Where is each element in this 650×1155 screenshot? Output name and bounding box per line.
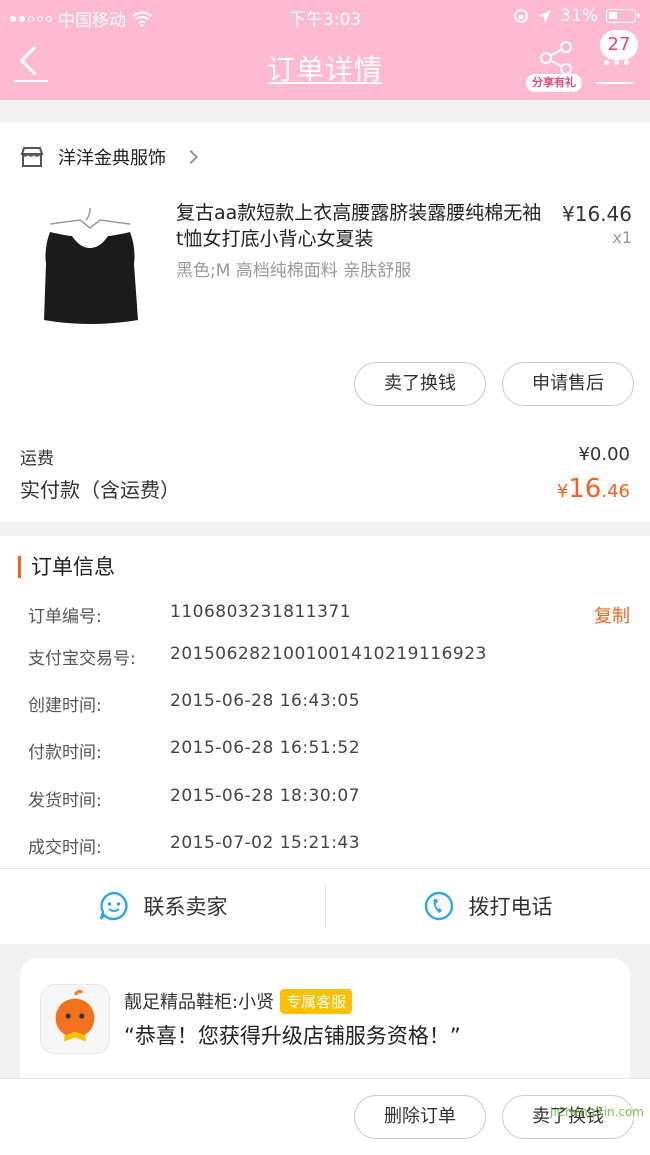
info-row-order-number: 订单编号: 1106803231811371 [28,602,352,627]
share-button[interactable]: 分享有礼 [526,40,584,94]
order-info-card: 订单信息 复制 订单编号: 1106803231811371 支付宝交易号: 201… [0,536,650,944]
service-message: “恭喜！您获得升级店铺服务资格！” [124,1024,461,1048]
contact-seller-button[interactable]: 联系卖家 [0,868,325,944]
phone-icon [424,891,453,921]
message-count-badge: 27 [600,30,638,60]
order-item-card: 洋洋金典服饰 复古aa款短款上衣高腰露脐装露腰纯棉无袖t恤女打底小背心女夏装 黑… [0,122,650,522]
more-icon [596,60,636,65]
rotation-lock-icon [514,9,529,23]
paid-label: 实付款（含运费） [20,478,180,502]
delete-order-button[interactable]: 删除订单 [354,1095,486,1139]
bottom-action-bar: 删除订单 卖了换钱 JiChengXin.com [0,1078,650,1155]
service-name: 靓足精品鞋柜:小贤 [124,992,275,1013]
info-row-created: 创建时间: 2015-06-28 16:43:05 [28,691,361,716]
info-row-alipay-number: 支付宝交易号: 2015062821001001410219116923 [28,644,487,669]
battery-percent: 31% [560,6,598,26]
avatar [40,984,110,1054]
product-spec: 黑色;M 高档纯棉面料 亲肤舒服 [176,261,412,281]
service-card[interactable]: 靓足精品鞋柜:小贤 专属客服 “恭喜！您获得升级店铺服务资格！” [20,958,630,1088]
service-tag: 专属客服 [280,988,353,1014]
after-sales-button[interactable]: 申请售后 [502,362,634,406]
order-info-heading: 订单信息 [18,556,115,578]
paid-amount: ¥16.46 [556,474,630,504]
battery-icon [606,9,640,23]
product-thumbnail[interactable] [20,202,160,342]
info-row-completed: 成交时间: 2015-07-02 15:21:43 [28,833,361,858]
shop-name: 洋洋金典服饰 [58,148,166,169]
share-label: 分享有礼 [526,74,582,92]
header-bar: 中国移动 下午3:03 31% 订单详情 分享有礼 27 [0,0,650,100]
location-icon [538,9,552,23]
copy-button[interactable]: 复制 [594,602,630,628]
info-row-shipped: 发货时间: 2015-06-28 18:30:07 [28,786,361,811]
call-phone-button[interactable]: 拨打电话 [325,868,650,944]
watermark: JiChengXin.com [549,1105,644,1119]
sell-for-cash-button[interactable]: 卖了换钱 [354,362,486,406]
chat-face-icon [99,891,128,921]
contact-seller-label: 联系卖家 [143,895,228,919]
call-phone-label: 拨打电话 [468,895,553,919]
shipping-value: ¥0.00 [578,444,630,465]
product-quantity: x1 [612,228,632,247]
status-bar: 中国移动 下午3:03 31% [0,0,650,32]
shop-icon [20,147,44,167]
info-row-paid: 付款时间: 2015-06-28 16:51:52 [28,738,361,763]
product-price: ¥16.46 [562,202,632,226]
title-underline [268,82,382,84]
shipping-label: 运费 [20,449,54,469]
product-title[interactable]: 复古aa款短款上衣高腰露脐装露腰纯棉无袖t恤女打底小背心女夏装 [176,200,546,252]
more-menu-button[interactable] [596,60,636,86]
chevron-right-icon [183,149,199,165]
share-icon [540,41,572,75]
shop-header[interactable]: 洋洋金典服饰 [20,144,199,170]
